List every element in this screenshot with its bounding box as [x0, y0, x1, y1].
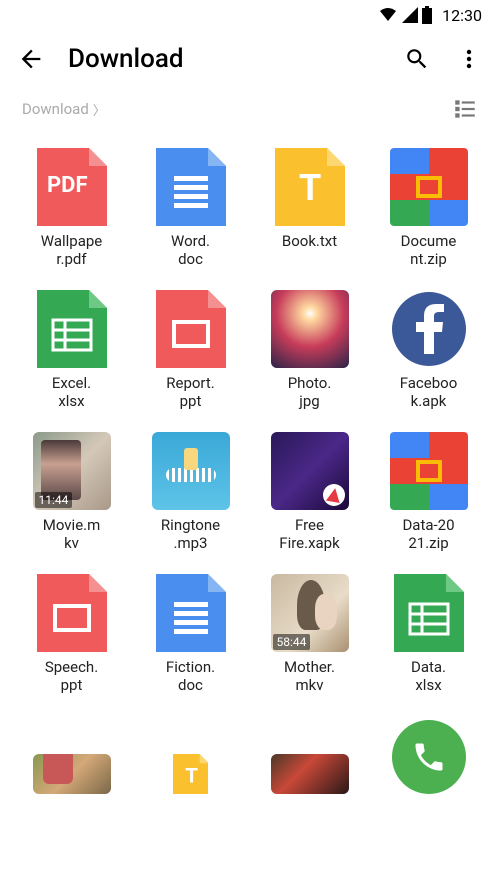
xlsx-file-icon: [394, 574, 464, 652]
ppt-file-icon: [37, 574, 107, 652]
svg-text:PDF: PDF: [47, 173, 88, 198]
search-icon: [404, 46, 430, 72]
file-label: Ringtone.mp3: [161, 516, 220, 552]
file-label: Movie.mkv: [43, 516, 101, 552]
file-item[interactable]: Data.xlsx: [375, 574, 482, 694]
back-button[interactable]: [16, 44, 46, 74]
file-grid: PDF Wallpaper.pdf Word.doc T Book.txt Do…: [0, 132, 500, 810]
file-label: Document.zip: [401, 232, 457, 268]
file-item[interactable]: Excel.xlsx: [18, 290, 125, 410]
signal-icon: [402, 7, 418, 23]
file-item[interactable]: Word.doc: [137, 148, 244, 268]
chevron-right-icon: 〉: [93, 100, 106, 119]
file-item[interactable]: Speech.ppt: [18, 574, 125, 694]
file-label: Data.xlsx: [411, 658, 446, 694]
app-header: Download: [0, 30, 500, 92]
battery-icon: [422, 6, 432, 24]
page-title: Download: [68, 44, 380, 74]
wifi-icon: [378, 7, 398, 23]
file-label: Mother.mkv: [284, 658, 335, 694]
phone-app-icon: [392, 720, 466, 794]
search-button[interactable]: [402, 44, 432, 74]
status-icons: 12:30: [378, 6, 482, 25]
file-label: Photo.jpg: [288, 374, 332, 410]
txt-file-icon: T: [275, 148, 345, 226]
pdf-file-icon: PDF: [37, 148, 107, 226]
txt-file-icon: T: [173, 754, 209, 794]
file-label: Data-2021.zip: [402, 516, 454, 552]
file-item[interactable]: Ringtone.mp3: [137, 432, 244, 552]
file-label: FreeFire.xapk: [279, 516, 339, 552]
video-duration: 11:44: [35, 492, 73, 508]
file-item[interactable]: [375, 716, 482, 794]
menu-button[interactable]: [454, 44, 484, 74]
photo-thumbnail: [271, 290, 349, 368]
file-label: Fiction.doc: [166, 658, 215, 694]
file-item[interactable]: [18, 716, 125, 794]
file-label: Speech.ppt: [45, 658, 98, 694]
file-item[interactable]: 11:44 Movie.mkv: [18, 432, 125, 552]
file-item[interactable]: T: [137, 716, 244, 794]
video-duration: 58:44: [273, 634, 311, 650]
file-label: Facebook.apk: [400, 374, 458, 410]
more-vert-icon: [457, 47, 481, 71]
file-label: Word.doc: [171, 232, 210, 268]
file-label: Book.txt: [282, 232, 337, 250]
file-item[interactable]: [256, 716, 363, 794]
video-thumbnail: 11:44: [33, 432, 111, 510]
app-thumbnail: [271, 432, 349, 510]
file-item[interactable]: Photo.jpg: [256, 290, 363, 410]
svg-text:T: T: [299, 167, 321, 209]
file-item[interactable]: 58:44 Mother.mkv: [256, 574, 363, 694]
status-bar: 12:30: [0, 0, 500, 30]
zip-file-icon: [390, 148, 468, 226]
file-item[interactable]: Data-2021.zip: [375, 432, 482, 552]
audio-thumbnail: [152, 432, 230, 510]
file-item[interactable]: PDF Wallpaper.pdf: [18, 148, 125, 268]
file-item[interactable]: Facebook.apk: [375, 290, 482, 410]
photo-thumbnail: [271, 754, 349, 794]
photo-thumbnail: [33, 754, 111, 794]
view-toggle-button[interactable]: [452, 96, 478, 122]
file-item[interactable]: FreeFire.xapk: [256, 432, 363, 552]
xlsx-file-icon: [37, 290, 107, 368]
file-label: Wallpaper.pdf: [41, 232, 102, 268]
facebook-apk-icon: [392, 292, 466, 366]
breadcrumb-row: Download 〉: [0, 92, 500, 132]
file-item[interactable]: Report.ppt: [137, 290, 244, 410]
doc-file-icon: [156, 574, 226, 652]
svg-text:T: T: [185, 765, 198, 789]
video-thumbnail: 58:44: [271, 574, 349, 652]
list-view-icon: [452, 96, 478, 122]
breadcrumb[interactable]: Download: [22, 100, 89, 118]
file-item[interactable]: Fiction.doc: [137, 574, 244, 694]
file-label: Report.ppt: [166, 374, 215, 410]
file-label: Excel.xlsx: [52, 374, 91, 410]
ppt-file-icon: [156, 290, 226, 368]
arrow-left-icon: [17, 45, 45, 73]
zip-file-icon: [390, 432, 468, 510]
file-item[interactable]: T Book.txt: [256, 148, 363, 268]
status-time: 12:30: [442, 6, 482, 25]
doc-file-icon: [156, 148, 226, 226]
file-item[interactable]: Document.zip: [375, 148, 482, 268]
